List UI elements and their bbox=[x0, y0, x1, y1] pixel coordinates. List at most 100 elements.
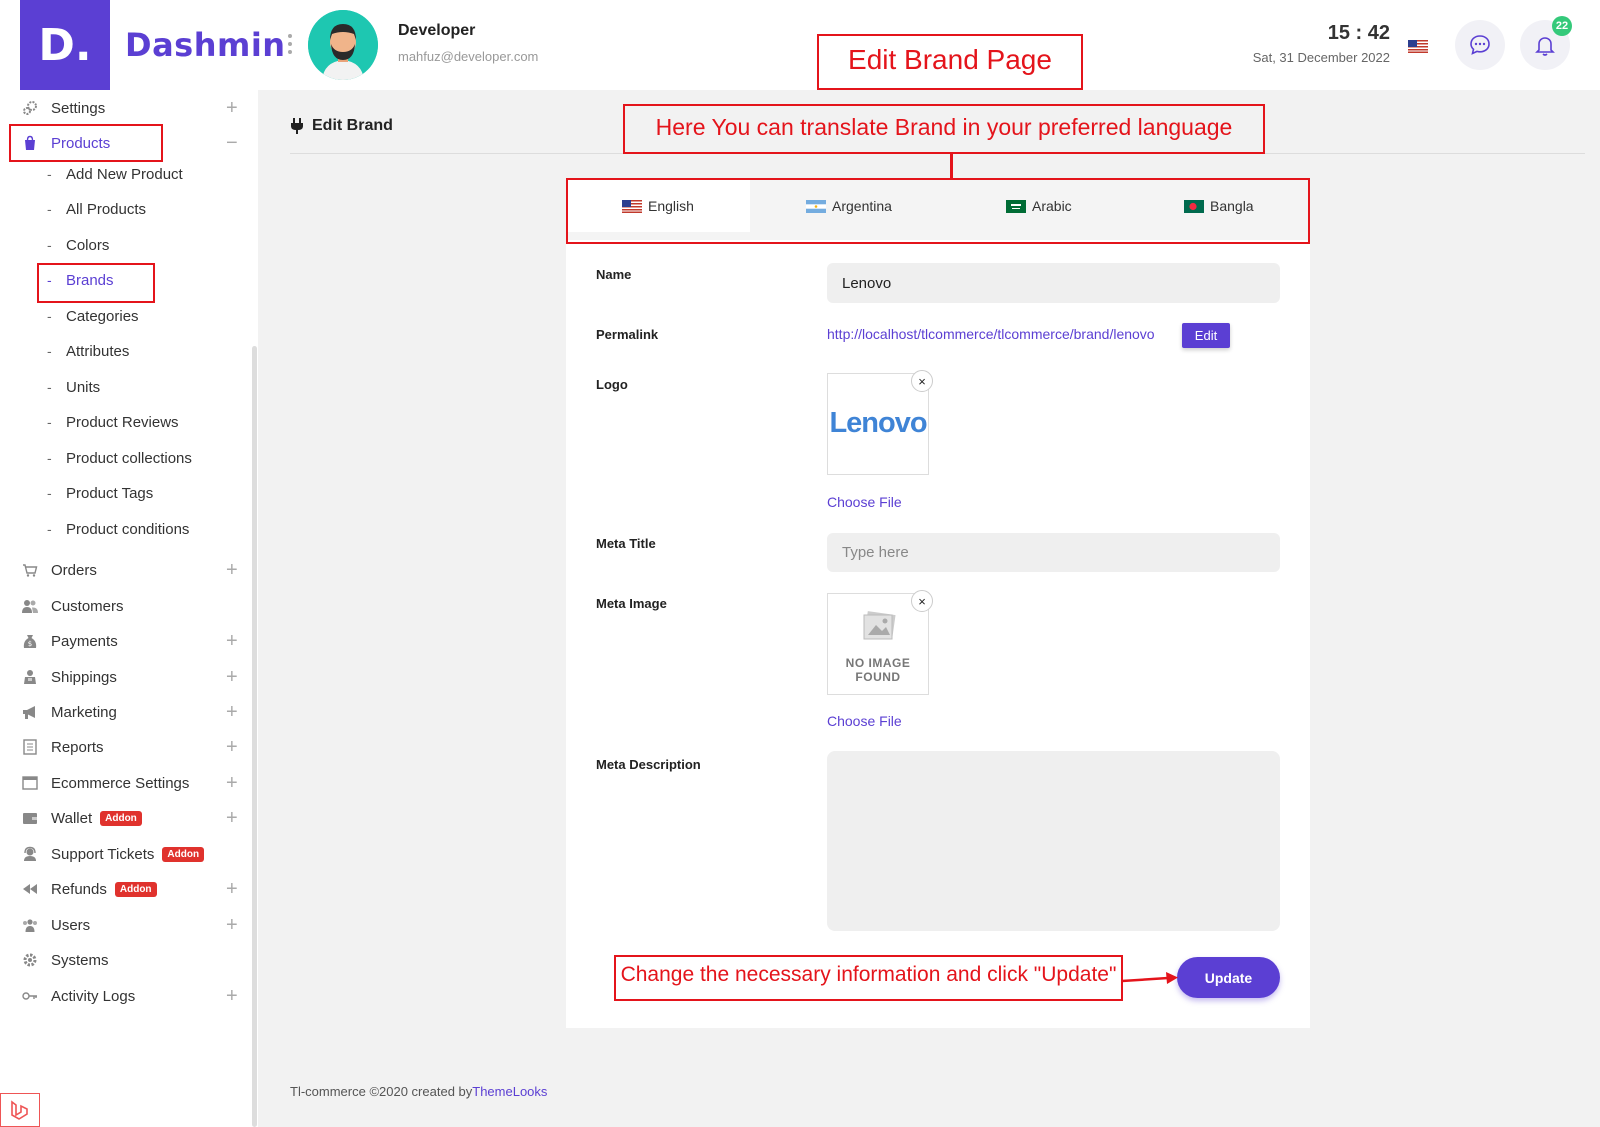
sidebar-item-label: Ecommerce Settings bbox=[51, 774, 190, 792]
laravel-icon[interactable] bbox=[0, 1093, 40, 1127]
collapse-minus-icon[interactable]: − bbox=[226, 132, 238, 155]
key-icon bbox=[22, 988, 38, 1004]
sidebar-item-label: Customers bbox=[51, 597, 124, 615]
meta-description-label: Meta Description bbox=[596, 757, 701, 772]
sidebar-item-support-tickets[interactable]: Support Tickets Addon bbox=[0, 839, 250, 869]
us-flag-icon[interactable] bbox=[1408, 40, 1428, 53]
clock-date: Sat, 31 December 2022 bbox=[1252, 50, 1390, 65]
sidebar-item-label: Wallet Addon bbox=[51, 810, 142, 827]
update-button[interactable]: Update bbox=[1177, 957, 1280, 998]
sidebar-item-label: Settings bbox=[51, 99, 106, 117]
sidebar-item-customers[interactable]: Customers bbox=[0, 591, 250, 621]
sidebar-subitem-units[interactable]: - Units bbox=[0, 372, 250, 402]
expand-plus-icon[interactable]: + bbox=[226, 736, 238, 759]
sidebar-item-shippings[interactable]: Shippings + bbox=[0, 662, 250, 692]
app-name: Dashmin bbox=[125, 26, 286, 64]
expand-plus-icon[interactable]: + bbox=[226, 630, 238, 653]
logo-label: Logo bbox=[596, 377, 628, 392]
expand-plus-icon[interactable]: + bbox=[226, 772, 238, 795]
sidebar-item-users[interactable]: Users + bbox=[0, 910, 250, 940]
annotation-arrow-icon bbox=[1122, 972, 1178, 984]
edit-permalink-button[interactable]: Edit bbox=[1182, 323, 1230, 348]
delivery-person-icon bbox=[22, 669, 38, 685]
permalink-label: Permalink bbox=[596, 327, 659, 342]
lenovo-logo-text: Lenovo bbox=[829, 407, 927, 439]
report-icon bbox=[22, 739, 38, 755]
expand-plus-icon[interactable]: + bbox=[226, 559, 238, 582]
annotation-box-products bbox=[9, 124, 163, 162]
annotation-update-hint: Change the necessary information and cli… bbox=[620, 963, 1117, 986]
meta-image-label: Meta Image bbox=[596, 596, 667, 611]
sidebar-item-systems[interactable]: Systems bbox=[0, 945, 250, 975]
notification-count-badge: 22 bbox=[1552, 16, 1572, 36]
top-header: D. Dashmin Developer mahfuz@developer.co… bbox=[0, 0, 1600, 90]
sidebar-subitem-categories[interactable]: - Categories bbox=[0, 301, 250, 331]
permalink-link[interactable]: http://localhost/tlcommerce/tlcommerce/b… bbox=[827, 326, 1155, 342]
addon-badge: Addon bbox=[162, 847, 205, 863]
sidebar-item-ecommerce-settings[interactable]: Ecommerce Settings + bbox=[0, 768, 250, 798]
plug-icon bbox=[291, 118, 303, 134]
window-icon bbox=[22, 775, 38, 791]
sidebar-subitem-colors[interactable]: - Colors bbox=[0, 230, 250, 260]
annotation-connector bbox=[950, 153, 953, 180]
sidebar-subitem-add-new-product[interactable]: - Add New Product bbox=[0, 159, 250, 189]
sidebar-item-label: Activity Logs bbox=[51, 987, 136, 1005]
sidebar-item-refunds[interactable]: Refunds Addon + bbox=[0, 874, 250, 904]
image-placeholder-icon bbox=[863, 611, 896, 640]
sidebar-toggle-icon[interactable] bbox=[287, 34, 293, 54]
sidebar-item-label: Refunds Addon bbox=[51, 881, 157, 898]
sidebar-subitem-product-collections[interactable]: - Product collections bbox=[0, 443, 250, 473]
sidebar-subitem-product-reviews[interactable]: - Product Reviews bbox=[0, 407, 250, 437]
meta-description-textarea[interactable] bbox=[827, 751, 1280, 931]
sidebar-item-label: Orders bbox=[51, 561, 97, 579]
sidebar-subitem-all-products[interactable]: - All Products bbox=[0, 194, 250, 224]
sidebar-item-activity-logs[interactable]: Activity Logs + bbox=[0, 981, 250, 1011]
sidebar-item-orders[interactable]: Orders + bbox=[0, 555, 250, 585]
name-label: Name bbox=[596, 267, 632, 282]
sidebar-item-label: Support Tickets Addon bbox=[51, 846, 205, 863]
footer: Tl-commerce ©2020 created byThemeLooks bbox=[290, 1084, 548, 1099]
expand-plus-icon[interactable]: + bbox=[226, 914, 238, 937]
svg-text:$: $ bbox=[28, 640, 32, 648]
expand-plus-icon[interactable]: + bbox=[226, 878, 238, 901]
annotation-translate: Here You can translate Brand in your pre… bbox=[655, 114, 1233, 140]
remove-logo-icon[interactable]: × bbox=[911, 370, 933, 392]
page-title: Edit Brand bbox=[290, 117, 393, 135]
meta-title-input[interactable] bbox=[827, 533, 1280, 572]
expand-plus-icon[interactable]: + bbox=[226, 666, 238, 689]
choose-meta-image-file-button[interactable]: Choose File bbox=[827, 713, 902, 729]
sidebar-subitem-attributes[interactable]: - Attributes bbox=[0, 336, 250, 366]
logo-letter: D. bbox=[38, 19, 92, 71]
app-logo[interactable]: D. bbox=[20, 0, 110, 90]
annotation-box-tabs bbox=[566, 178, 1310, 244]
addon-badge: Addon bbox=[114, 882, 157, 898]
megaphone-icon bbox=[22, 704, 38, 720]
sidebar-item-reports[interactable]: Reports + bbox=[0, 732, 250, 762]
chat-icon[interactable] bbox=[1455, 20, 1505, 70]
choose-logo-file-button[interactable]: Choose File bbox=[827, 494, 902, 510]
expand-plus-icon[interactable]: + bbox=[226, 807, 238, 830]
expand-plus-icon[interactable]: + bbox=[226, 97, 238, 120]
annotation-title: Edit Brand Page bbox=[848, 44, 1052, 75]
clock-time: 15 : 42 bbox=[1327, 22, 1390, 44]
avatar[interactable] bbox=[308, 10, 378, 80]
annotation-box-brands bbox=[37, 263, 155, 303]
remove-meta-image-icon[interactable]: × bbox=[911, 590, 933, 612]
sidebar-item-label: Reports bbox=[51, 738, 104, 756]
sidebar-scrollbar[interactable] bbox=[252, 346, 257, 1127]
sidebar-item-label: Users bbox=[51, 916, 91, 934]
addon-badge: Addon bbox=[100, 811, 142, 827]
sidebar-subitem-product-tags[interactable]: - Product Tags bbox=[0, 478, 250, 508]
sidebar-item-marketing[interactable]: Marketing + bbox=[0, 697, 250, 727]
users-icon bbox=[22, 598, 38, 614]
name-input[interactable] bbox=[827, 263, 1280, 303]
expand-plus-icon[interactable]: + bbox=[226, 701, 238, 724]
sidebar-item-payments[interactable]: $ Payments + bbox=[0, 626, 250, 656]
support-agent-icon bbox=[22, 846, 38, 862]
expand-plus-icon[interactable]: + bbox=[226, 985, 238, 1008]
sidebar-item-settings[interactable]: Settings + bbox=[0, 93, 250, 123]
sidebar-subitem-product-conditions[interactable]: - Product conditions bbox=[0, 514, 250, 544]
footer-link[interactable]: ThemeLooks bbox=[472, 1084, 547, 1099]
sidebar-item-wallet[interactable]: Wallet Addon + bbox=[0, 803, 250, 833]
money-bag-icon: $ bbox=[22, 633, 38, 649]
